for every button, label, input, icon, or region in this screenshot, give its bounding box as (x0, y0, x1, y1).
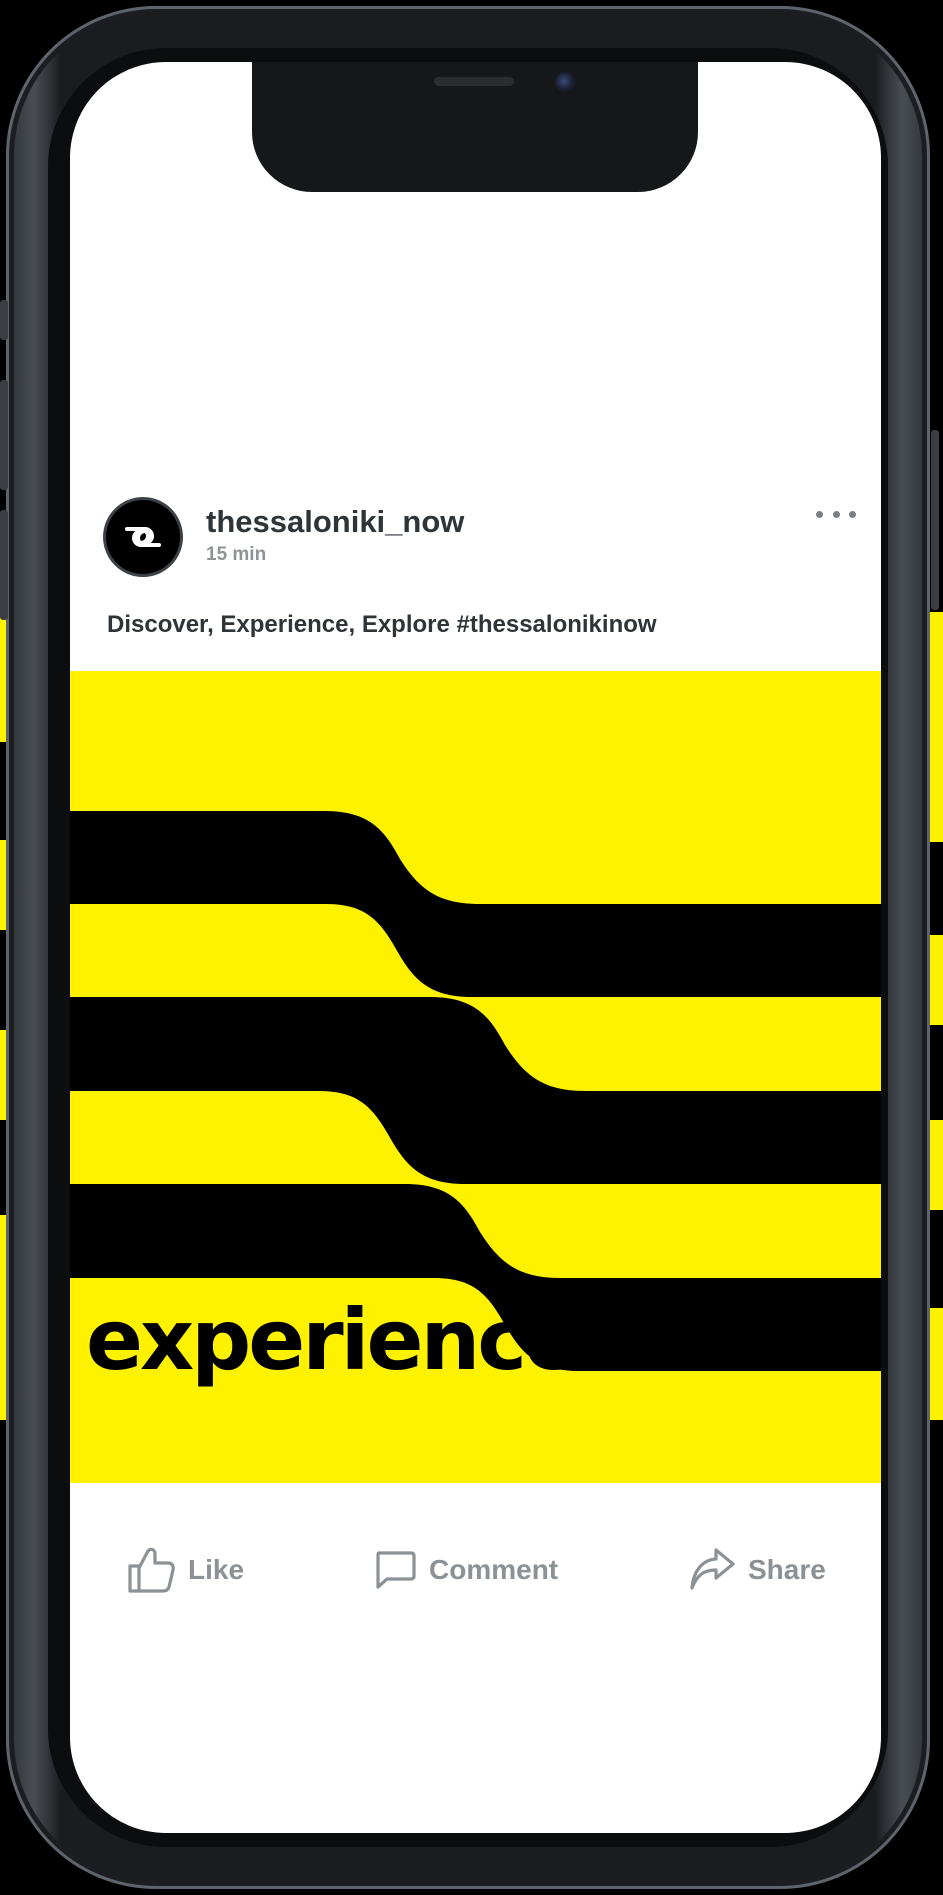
device-mockup: thessaloniki_now 15 min Discover, Experi… (0, 0, 943, 1895)
avatar[interactable] (106, 500, 180, 574)
post-caption: Discover, Experience, Explore #thessalon… (107, 611, 657, 638)
post-username[interactable]: thessaloniki_now (206, 504, 464, 540)
infinity-logo-icon (125, 527, 161, 547)
like-label: Like (188, 1554, 245, 1585)
thumbs-up-icon (128, 1547, 175, 1593)
wallpaper-strip-right (929, 1120, 943, 1210)
volume-down-button (0, 510, 8, 620)
post-actions-bar: Like Comment Share (70, 1540, 881, 1610)
front-camera (555, 72, 575, 92)
power-button (931, 430, 939, 610)
speaker-grille (434, 77, 514, 86)
share-button[interactable]: Share (688, 1540, 826, 1600)
more-dots-icon (832, 510, 840, 518)
wallpaper-strip-right (929, 935, 943, 1025)
like-button[interactable]: Like (126, 1540, 244, 1600)
more-dots-icon (849, 510, 856, 518)
post-timestamp: 15 min (206, 544, 267, 565)
comment-button[interactable]: Comment (373, 1540, 558, 1600)
comment-label: Comment (429, 1554, 559, 1585)
more-dots-icon (816, 510, 823, 518)
phone-screen: thessaloniki_now 15 min Discover, Experi… (70, 62, 881, 1833)
share-label: Share (748, 1554, 826, 1585)
more-options-button[interactable] (816, 504, 856, 524)
speech-bubble-icon (376, 1551, 416, 1589)
share-arrow-icon (690, 1548, 735, 1590)
post-image-headline: experience (86, 1291, 581, 1389)
volume-up-button (0, 380, 8, 490)
post-header: thessaloniki_now 15 min (70, 500, 881, 600)
post-image[interactable]: experience (70, 671, 881, 1483)
wallpaper-strip-right (929, 1308, 943, 1420)
wallpaper-strip-right (929, 612, 943, 842)
notch (252, 62, 698, 192)
mute-switch (0, 300, 8, 340)
